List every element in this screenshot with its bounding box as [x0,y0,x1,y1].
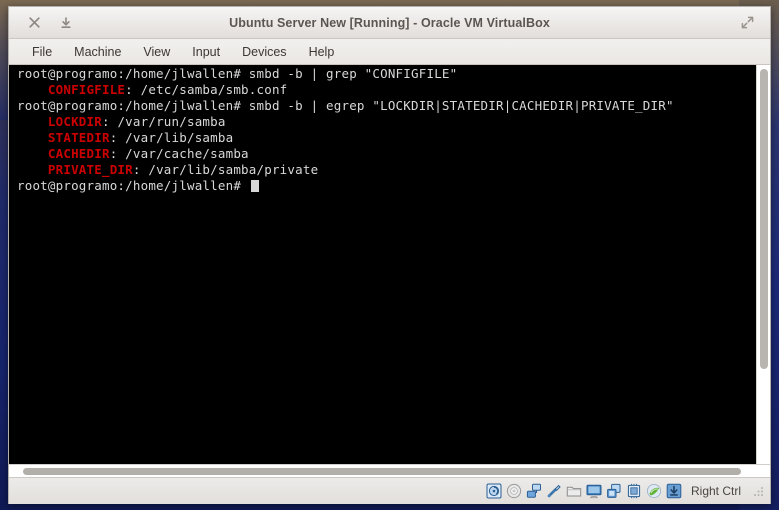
terminal-output-separator: : [109,146,126,161]
usb-icon[interactable] [545,483,562,500]
window-title: Ubuntu Server New [Running] - Oracle VM … [229,15,550,30]
terminal-command [241,178,249,193]
terminal-cursor [250,180,259,192]
terminal-output[interactable]: root@programo:/home/jlwallen# smbd -b | … [9,65,756,464]
terminal-output-separator: : [102,114,118,129]
video-capture-icon[interactable] [605,483,622,500]
terminal-output-value: /var/run/samba [117,114,226,129]
network-icon[interactable] [525,483,542,500]
horizontal-scrollbar-thumb[interactable] [23,468,741,475]
terminal-output-separator: : [125,82,141,97]
cpu-icon[interactable] [625,483,642,500]
menu-view[interactable]: View [134,42,179,62]
menu-devices[interactable]: Devices [233,42,295,62]
terminal-indent [17,162,48,177]
display-icon[interactable] [585,483,602,500]
terminal-output-value: /var/lib/samba [125,130,234,145]
terminal-line: PRIVATE_DIR: /var/lib/samba/private [17,162,756,178]
terminal-command: smbd -b | grep "CONFIGFILE" [241,66,458,81]
terminal-line: STATEDIR: /var/lib/samba [17,130,756,146]
terminal-line: root@programo:/home/jlwallen# smbd -b | … [17,66,756,82]
desktop-background: Ubuntu Server New [Running] - Oracle VM … [0,0,779,510]
terminal-prompt: root@programo:/home/jlwallen# [17,178,242,193]
menu-machine[interactable]: Machine [65,42,130,62]
vertical-scrollbar-thumb[interactable] [760,69,768,369]
minimize-icon[interactable] [53,10,79,36]
terminal-command: smbd -b | egrep "LOCKDIR|STATEDIR|CACHED… [241,98,674,113]
terminal-line: CONFIGFILE: /etc/samba/smb.conf [17,82,756,98]
terminal-indent [17,130,48,145]
terminal-line: LOCKDIR: /var/run/samba [17,114,756,130]
terminal-line: root@programo:/home/jlwallen# smbd -b | … [17,98,756,114]
menu-file[interactable]: File [23,42,61,62]
terminal-indent [17,146,48,161]
terminal-line: CACHEDIR: /var/cache/samba [17,146,756,162]
resize-grip-icon[interactable] [751,485,764,498]
optical-disk-icon[interactable] [505,483,522,500]
menu-help[interactable]: Help [300,42,344,62]
terminal-output-value: /etc/samba/smb.conf [140,82,288,97]
terminal-line: root@programo:/home/jlwallen# [17,178,756,194]
horizontal-scrollbar[interactable] [9,464,770,477]
vm-status-bar: Right Ctrl [9,477,770,504]
host-drive-icon[interactable] [665,483,682,500]
terminal-output-label: PRIVATE_DIR [47,162,133,177]
terminal-output-value: /var/lib/samba/private [148,162,319,177]
virtualbox-vm-window: Ubuntu Server New [Running] - Oracle VM … [8,6,771,504]
terminal-output-label: CONFIGFILE [47,82,126,97]
terminal-output-value: /var/cache/samba [125,146,249,161]
terminal-prompt: root@programo:/home/jlwallen# [17,98,242,113]
guest-screen-area: root@programo:/home/jlwallen# smbd -b | … [9,65,770,464]
host-key-label: Right Ctrl [690,484,741,498]
fullscreen-icon[interactable] [734,10,760,36]
terminal-output-separator: : [109,130,126,145]
menu-bar: File Machine View Input Devices Help [9,39,770,65]
vertical-scrollbar[interactable] [756,65,770,464]
guest-additions-icon[interactable] [645,483,662,500]
terminal-output-label: LOCKDIR [47,114,102,129]
terminal-indent [17,114,48,129]
terminal-output-label: CACHEDIR [47,146,110,161]
terminal-prompt: root@programo:/home/jlwallen# [17,66,242,81]
menu-input[interactable]: Input [183,42,229,62]
close-icon[interactable] [21,10,47,36]
shared-folders-icon[interactable] [565,483,582,500]
terminal-output-separator: : [132,162,149,177]
terminal-output-label: STATEDIR [47,130,110,145]
window-title-bar: Ubuntu Server New [Running] - Oracle VM … [9,7,770,39]
terminal-indent [17,82,48,97]
hard-disk-icon[interactable] [485,483,502,500]
